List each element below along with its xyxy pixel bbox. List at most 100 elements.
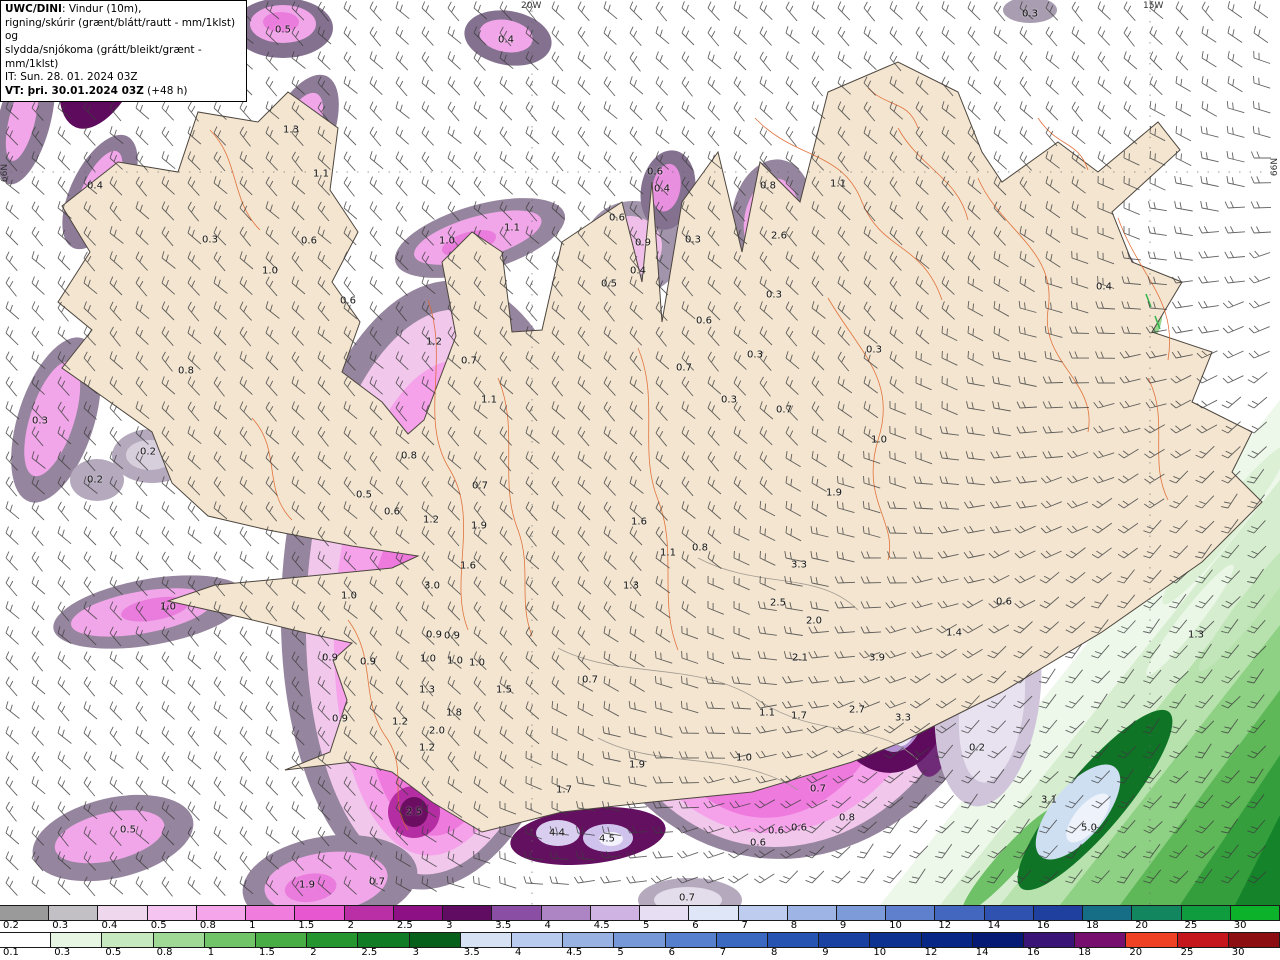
rain-scale-tick-label: 4 [515,947,522,958]
rain-scale-segment [409,933,461,947]
rain-scale-tick-label: 25 [1180,947,1194,958]
snow-scale-segment [49,906,99,920]
rain-scale-tick-label: 0.8 [156,947,173,958]
rain-scale-segment [614,933,666,947]
snow-scale-segment [443,906,493,920]
rain-scale-segment [460,933,513,947]
snow-scale-tick-label: 5 [643,920,650,931]
legend: 0.2 0.3 0.4 0.5 0.8 1 1.5 2 2.5 3 3.5 4 4.5 5 6 7 8 9 10 12… [0,905,1280,960]
rain-scale-tick-label: 2 [310,947,317,958]
rain-scale-segment [358,933,410,947]
rain-scale-segment [307,933,359,947]
snow-scale-tick-label: 25 [1184,920,1198,931]
rain-scale-tick-label: 1 [207,947,215,958]
snow-scale-segment [196,906,247,920]
rain-scale-tick-label: 8 [771,947,778,958]
snow-scale-tick-label: 6 [692,920,699,931]
rain-scale-tick-label: 20 [1129,947,1143,958]
rain-scale-tick-label: 0.3 [54,947,71,958]
snow-scale-tick-label: 2.5 [396,920,413,931]
rain-scale-segment [665,933,717,947]
info-line-init-time: IT: Sun. 28. 01. 2024 03Z [5,71,138,84]
snow-scale-tick-label: 12 [938,920,952,931]
snow-scale-segment [1181,906,1231,920]
snow-scale-tick-label: 0.8 [199,920,216,931]
snow-scale-segment [689,906,739,920]
rain-scale-segment [563,933,615,947]
snow-scale-tick-label: 20 [1135,920,1149,931]
snow-scale-segment [541,906,591,920]
rain-scale-tick-label: 30 [1231,947,1245,958]
info-line-valid-time: VT: þri. 30.01.2024 03Z (+48 h) [5,84,188,97]
snow-scale-tick-label: 4 [544,920,551,931]
snow-scale-segment [492,906,542,920]
rain-scale-segment [204,933,257,947]
rain-scale-tick-label: 3.5 [463,947,480,958]
weather-chart-page: 0.5 0.4 0.3 1.3 1.1 0.4 0.3 0.6 1.0 0.6 0.8 0.3 0.2 0… [0,0,1280,960]
info-line-sleet-desc: slydda/snjókoma (grátt/bleikt/grænt - mm… [5,43,202,70]
snow-scale-segment [246,906,296,920]
rain-scale-tick-label: 7 [719,947,727,958]
snow-scale-segment [98,906,148,920]
snow-scale-segment [738,906,788,920]
rain-scale-segment [512,933,564,947]
snow-scale-tick-label: 8 [790,920,798,931]
rain-scale-tick-label: 3 [412,947,419,958]
rain-scale-tick-label: 4.5 [566,947,583,958]
snow-scale-segment [787,906,837,920]
rain-scale-tick-label: 0.1 [3,947,19,958]
latitude-label-right: 66N [1269,157,1280,177]
latitude-label-left: 66N [0,163,11,183]
rain-colorbar [0,932,1280,948]
snow-sleet-colorbar [0,905,1280,921]
snow-scale-segment [836,906,887,920]
snow-scale-tick-label: 1.5 [298,920,315,931]
rain-scale-tick-label: 5 [617,947,624,958]
snow-scale-tick-label: 0.2 [3,920,19,931]
rain-scale-tick-label: 9 [822,947,829,958]
rain-scale-segment [153,933,205,947]
rain-scale-tick-label: 0.5 [105,947,122,958]
snow-scale-segment [147,906,197,920]
rain-scale-segment [819,933,871,947]
rain-scale-segment [870,933,922,947]
rain-scale-segment [0,933,52,947]
rain-scale-segment [972,933,1025,947]
snow-sleet-colorbar-labels: 0.2 0.3 0.4 0.5 0.8 1 1.5 2 2.5 3 3.5 4 4.5 5 6 7 8 9 10 12… [0,920,1280,932]
info-line-rain-desc: rigning/skúrir (grænt/blátt/rautt - mm/1… [5,16,236,43]
snow-scale-segment [1033,906,1084,920]
snow-scale-tick-label: 18 [1086,920,1099,931]
rain-scale-segment [102,933,154,947]
rain-scale-segment [1228,933,1280,947]
snow-scale-tick-label: 2 [347,920,354,931]
rain-scale-tick-label: 1.5 [259,947,275,958]
snow-scale-segment [1083,906,1133,920]
rain-scale-segment [716,933,769,947]
snow-scale-segment [344,906,394,920]
snow-scale-segment [935,906,985,920]
rain-scale-segment [768,933,820,947]
snow-scale-tick-label: 3 [446,920,453,931]
snow-scale-tick-label: 4.5 [593,920,610,931]
snow-scale-segment [393,906,444,920]
rain-scale-tick-label: 12 [924,947,938,958]
snow-scale-tick-label: 3.5 [495,920,512,931]
snow-scale-tick-label: 30 [1233,920,1247,931]
longitude-label: 20W [521,1,542,11]
snow-scale-tick-label: 14 [987,920,1001,931]
rain-scale-segment [1177,933,1229,947]
snow-scale-segment [1230,906,1280,920]
rain-scale-segment [51,933,103,947]
info-box: UWC/DINI: Vindur (10m), rigning/skúrir (… [0,0,247,103]
rain-scale-tick-label: 14 [975,947,989,958]
rain-colorbar-labels: 0.1 0.3 0.5 0.8 1 1.5 2 2.5 3 3.5 4 4.5 5 6 7 8 9 10 12 14 1… [0,947,1280,959]
snow-scale-tick-label: 0.5 [150,920,167,931]
longitude-label: 15W [1143,1,1164,11]
snow-scale-tick-label: 0.4 [101,920,118,931]
info-line-product: UWC/DINI: Vindur (10m), [5,3,142,15]
snow-scale-tick-label: 10 [889,920,902,931]
rain-scale-segment [256,933,308,947]
rain-scale-tick-label: 10 [873,947,887,958]
snow-scale-segment [886,906,936,920]
rain-scale-segment [921,933,973,947]
